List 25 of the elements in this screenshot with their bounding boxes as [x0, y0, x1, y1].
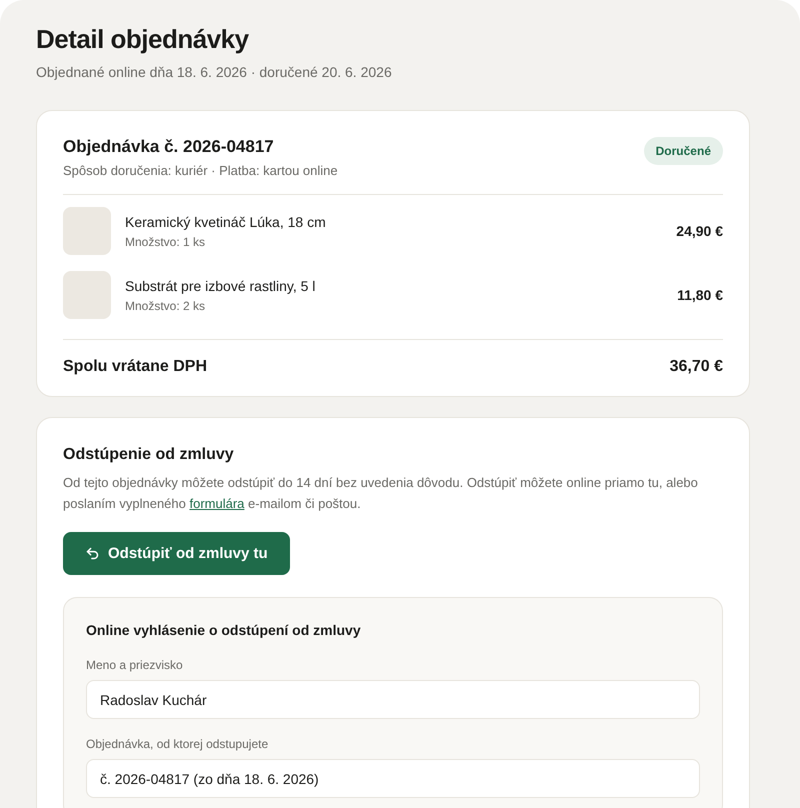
total-price: 36,70 € — [670, 358, 723, 376]
undo-icon — [85, 546, 100, 561]
form-link[interactable]: formulára — [189, 496, 244, 511]
page-title: Detail objednávky — [36, 24, 250, 54]
form-title: Online vyhlásenie o odstúpení od zmluvy — [86, 622, 362, 638]
withdrawal-text: Od tejto objednávky môžete odstúpiť do 14 dní bez uvedenia dôvodu. Odstúpiť môžete online priamo tu, alebo poslaním vyplneného formulára e-mailom či poštou. — [63, 474, 699, 513]
withdraw-button[interactable]: Odstúpiť od zmluvy tu — [63, 532, 290, 575]
product-quantity: Množstvo: 1 ks — [125, 234, 206, 248]
section-title: Odstúpenie od zmluvy — [63, 446, 235, 464]
product-price: 11,80 € — [677, 287, 723, 303]
product-thumbnail — [63, 207, 111, 255]
order-number: Objednávka č. 2026-04817 — [63, 137, 275, 157]
product-thumbnail — [63, 271, 111, 319]
order-meta: Spôsob doručenia: kuriér · Platba: kartou online — [63, 163, 338, 178]
product-price: 24,90 € — [676, 223, 723, 239]
input-field[interactable]: Radoslav Kuchár — [86, 680, 700, 719]
product-name: Substrát pre izbové rastliny, 5 l — [125, 278, 316, 294]
field-label: Objednávka, od ktorej odstupujete — [86, 737, 270, 751]
field-label: Meno a priezvisko — [86, 658, 184, 672]
product-quantity: Množstvo: 2 ks — [125, 298, 206, 312]
order-dates: Objednané online dňa 18. 6. 2026 · doručené 20. 6. 2026 — [36, 64, 393, 80]
total-label: Spolu vrátane DPH — [63, 358, 208, 376]
input-field[interactable]: č. 2026-04817 (zo dňa 18. 6. 2026) — [86, 759, 700, 798]
product-name: Keramický kvetináč Lúka, 18 cm — [125, 214, 326, 230]
status-badge: Doručené — [644, 137, 723, 165]
